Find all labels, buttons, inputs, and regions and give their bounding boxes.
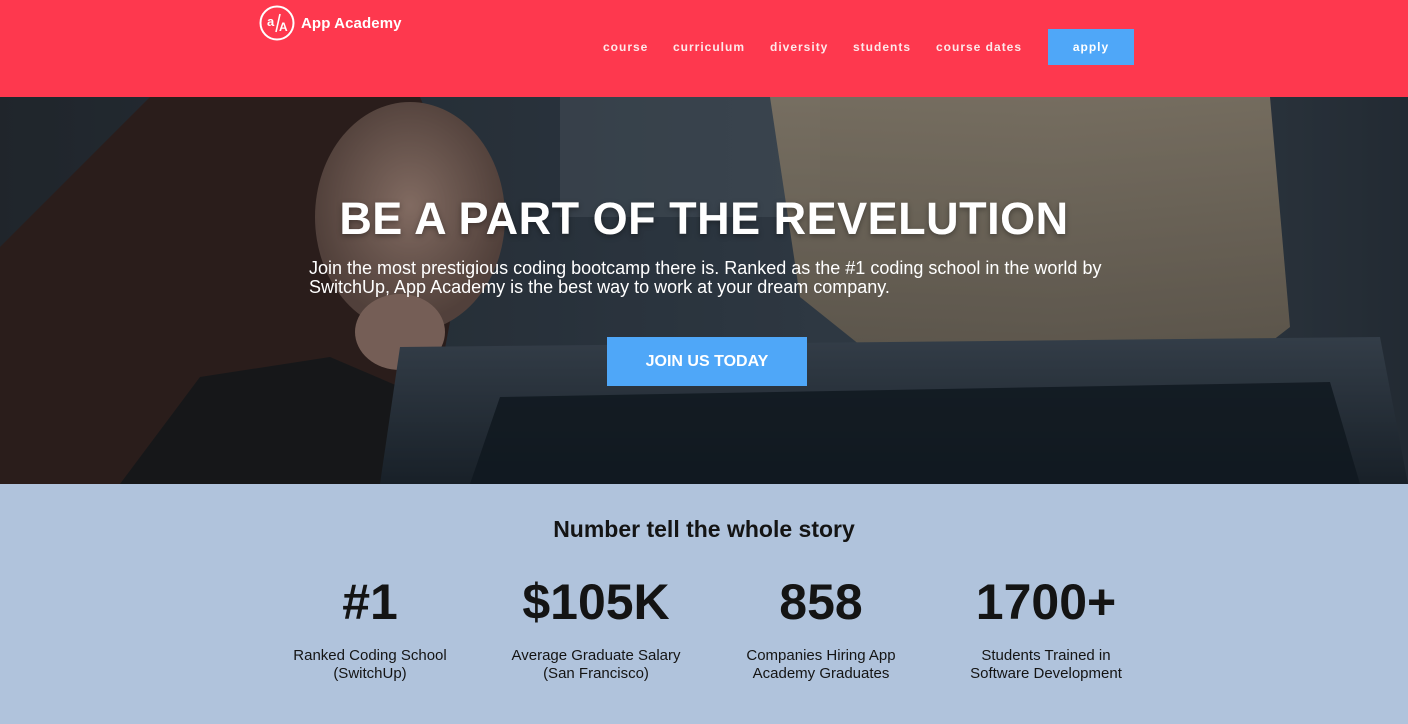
stat-label-line: Software Development bbox=[970, 665, 1122, 682]
stat-label: Average Graduate Salary (San Francisco) bbox=[496, 647, 696, 683]
site-header: a A App Academy course curriculum divers… bbox=[0, 0, 1408, 97]
stat-label-line: Companies Hiring App bbox=[746, 647, 896, 664]
apply-button[interactable]: apply bbox=[1048, 29, 1134, 65]
stat-label: Ranked Coding School (SwitchUp) bbox=[270, 647, 470, 683]
stat-label: Companies Hiring App Academy Graduates bbox=[721, 647, 921, 683]
nav-link-students[interactable]: students bbox=[853, 29, 911, 65]
hero-title: BE A PART OF THE REVELUTION bbox=[339, 193, 1069, 244]
stats-section: Number tell the whole story #1 Ranked Co… bbox=[0, 484, 1408, 724]
nav-link-curriculum[interactable]: curriculum bbox=[673, 29, 745, 65]
join-us-today-button[interactable]: JOIN US TODAY bbox=[607, 337, 807, 386]
stat-label-line: (San Francisco) bbox=[543, 665, 649, 682]
hero-subtitle: Join the most prestigious coding bootcam… bbox=[309, 258, 1102, 297]
stat-label-line: Ranked Coding School bbox=[293, 647, 447, 664]
nav-link-diversity[interactable]: diversity bbox=[770, 29, 828, 65]
stat-value: $105K bbox=[522, 574, 670, 630]
stat-companies: 858 Companies Hiring App Academy Graduat… bbox=[721, 570, 921, 683]
stat-label-line: Academy Graduates bbox=[752, 665, 890, 682]
stat-value: #1 bbox=[342, 574, 398, 630]
stat-value: 858 bbox=[779, 574, 863, 630]
svg-text:a: a bbox=[267, 14, 275, 29]
stat-label-line: Students Trained in bbox=[981, 647, 1111, 664]
nav-link-course-dates[interactable]: course dates bbox=[936, 29, 1022, 65]
stat-label: Students Trained in Software Development bbox=[946, 647, 1146, 683]
stat-label-line: Average Graduate Salary bbox=[511, 647, 681, 664]
stat-label-line: (SwitchUp) bbox=[333, 665, 407, 682]
main-nav: course curriculum diversity students cou… bbox=[0, 29, 1408, 65]
stats-title: Number tell the whole story bbox=[553, 516, 855, 542]
stat-ranking: #1 Ranked Coding School (SwitchUp) bbox=[270, 570, 470, 683]
nav-link-course[interactable]: course bbox=[603, 29, 648, 65]
stat-value: 1700+ bbox=[975, 574, 1117, 630]
hero-section: BE A PART OF THE REVELUTION Join the mos… bbox=[0, 97, 1408, 484]
stat-students: 1700+ Students Trained in Software Devel… bbox=[946, 570, 1146, 683]
stat-salary: $105K Average Graduate Salary (San Franc… bbox=[496, 570, 696, 683]
